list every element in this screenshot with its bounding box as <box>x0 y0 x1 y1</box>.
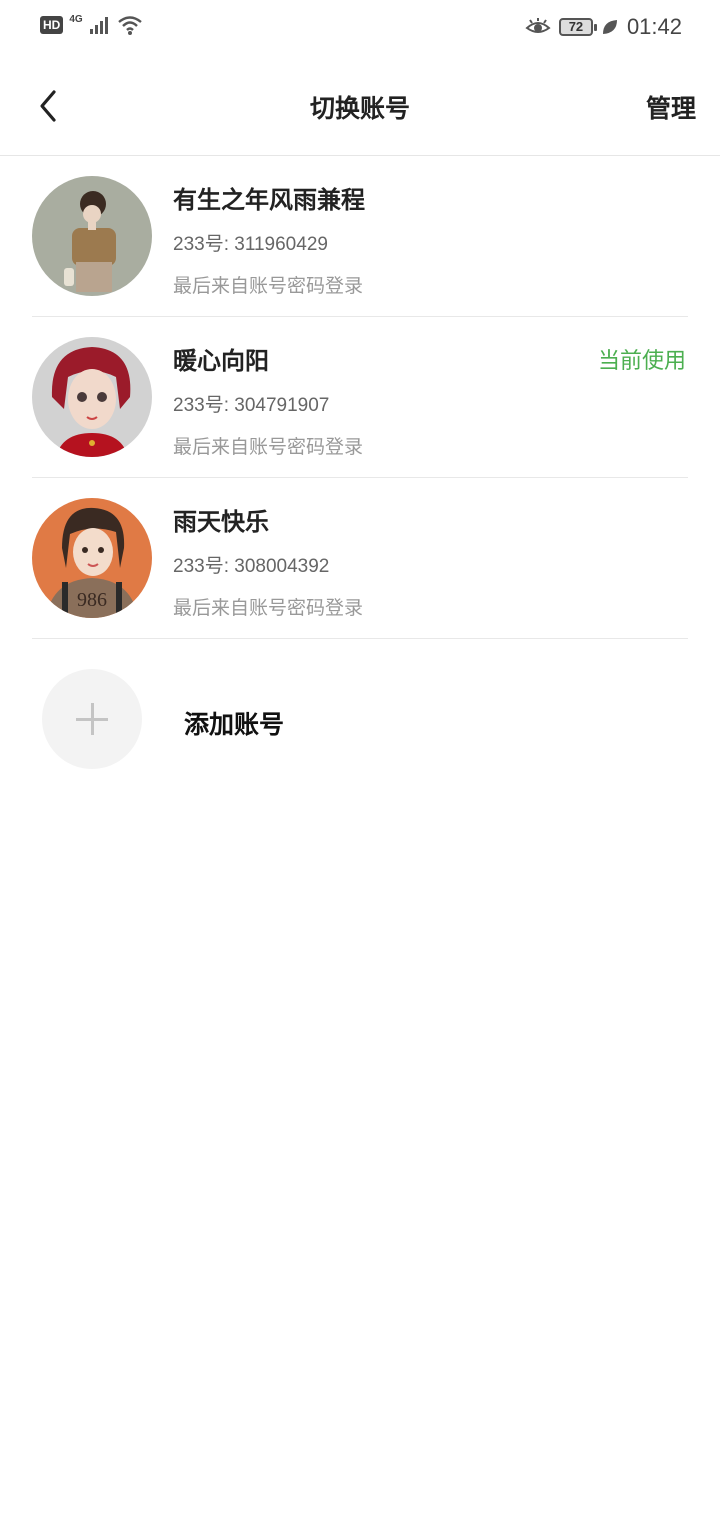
battery-indicator: 72 <box>558 18 597 36</box>
account-name: 暖心向阳 <box>173 348 269 375</box>
login-method: 最后来自账号密码登录 <box>173 437 364 458</box>
account-row[interactable]: 986 雨天快乐 233号: 308004392 最后来自账号密码登录 <box>32 478 688 639</box>
add-account-label: 添加账号 <box>184 711 285 739</box>
account-row[interactable]: 暖心向阳 233号: 304791907 最后来自账号密码登录 当前使用 <box>32 317 688 478</box>
network-type: 4G <box>69 13 83 25</box>
signal-icon <box>89 17 108 34</box>
login-method: 最后来自账号密码登录 <box>173 276 364 297</box>
top-app-bar: 切换账号 管理 <box>0 56 720 156</box>
account-name: 有生之年风雨兼程 <box>173 187 365 214</box>
account-id: 233号: 311960429 <box>173 234 328 255</box>
avatar <box>32 176 152 296</box>
page-title: 切换账号 <box>309 95 410 123</box>
current-account-badge: 当前使用 <box>597 348 686 373</box>
account-id: 233号: 308004392 <box>173 556 330 577</box>
plus-icon <box>42 669 142 769</box>
account-id: 233号: 304791907 <box>173 395 330 416</box>
avatar <box>32 337 152 457</box>
account-list: 有生之年风雨兼程 233号: 311960429 最后来自账号密码登录 暖心向阳… <box>32 156 688 639</box>
login-method: 最后来自账号密码登录 <box>173 598 364 619</box>
manage-button[interactable]: 管理 <box>646 89 696 125</box>
avatar: 986 <box>32 498 152 618</box>
svg-text:986: 986 <box>77 589 107 611</box>
clock: 01:42 <box>626 14 682 39</box>
status-bar: HD 4G 72 01:42 <box>0 0 720 56</box>
eye-icon <box>525 18 551 33</box>
account-name: 雨天快乐 <box>173 509 269 536</box>
wifi-icon <box>117 16 142 35</box>
account-row[interactable]: 有生之年风雨兼程 233号: 311960429 最后来自账号密码登录 <box>32 156 688 317</box>
hd-badge: HD <box>40 16 64 34</box>
leaf-icon <box>602 20 617 34</box>
add-account-button[interactable]: 添加账号 <box>42 669 642 769</box>
